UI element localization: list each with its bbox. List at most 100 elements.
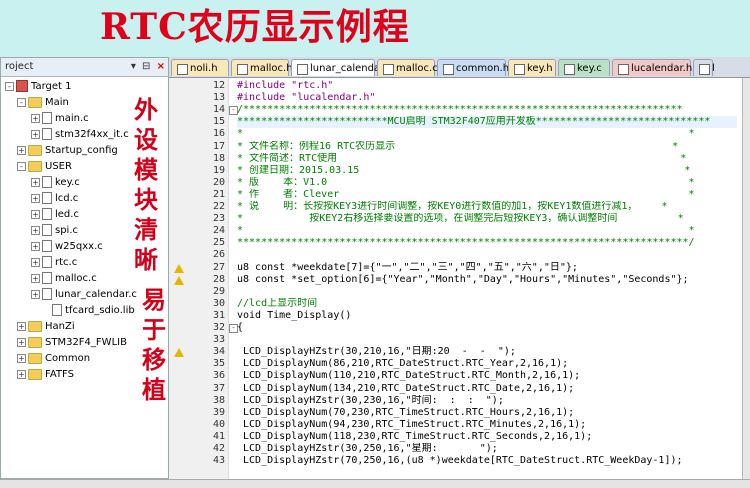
code-line[interactable]: LCD_DisplayNum(70,230,RTC_TimeStruct.RTC… <box>237 407 737 419</box>
warning-icon[interactable] <box>174 348 184 358</box>
code-line[interactable]: LCD_DisplayNum(94,230,RTC_TimeStruct.RTC… <box>237 419 737 431</box>
code-line[interactable]: LCD_DisplayNum(134,210,RTC_DateStruct.RT… <box>237 383 737 395</box>
tab-file[interactable]: lucalendar.h <box>612 59 692 76</box>
file-icon <box>564 64 575 75</box>
tree-item[interactable]: + main.c <box>31 111 89 127</box>
expand-icon[interactable]: + <box>17 145 26 155</box>
code-line[interactable]: { <box>237 322 737 334</box>
expand-icon[interactable]: + <box>17 369 26 379</box>
tree-item[interactable]: + malloc.c <box>31 271 97 287</box>
dock-icon[interactable]: ⊟ <box>142 61 150 72</box>
tree-item-label: rtc.c <box>55 257 78 268</box>
expand-icon[interactable]: + <box>31 129 40 139</box>
tree-item[interactable]: + FATFS <box>17 367 74 383</box>
expand-icon[interactable]: + <box>31 289 40 299</box>
expand-icon[interactable]: + <box>31 273 40 283</box>
tree-item-label: w25qxx.c <box>55 241 103 252</box>
code-line[interactable] <box>237 286 737 298</box>
warning-icon[interactable] <box>174 263 184 273</box>
tree-item[interactable]: - USER <box>17 159 72 175</box>
expand-icon[interactable]: + <box>31 209 40 219</box>
tab-file[interactable]: key.c <box>558 59 610 76</box>
tree-item-label: HanZi <box>45 321 75 332</box>
tree-item[interactable]: + stm32f4xx_it.c <box>31 127 129 143</box>
tab-file[interactable]: noli.h <box>171 59 229 76</box>
code-line[interactable]: #include "lucalendar.h" <box>237 92 737 104</box>
code-line[interactable]: LCD_DisplayNum(86,210,RTC_DateStruct.RTC… <box>237 358 737 370</box>
code-line[interactable]: u8 const *weekdate[7]={"一","二","三","四","… <box>237 262 737 274</box>
tree-item[interactable]: + STM32F4_FWLIB <box>17 335 127 351</box>
tree-item[interactable]: - Main <box>17 95 69 111</box>
expand-icon[interactable]: + <box>31 113 40 123</box>
close-icon[interactable]: × <box>157 61 165 72</box>
tree-item[interactable]: + Common <box>17 351 90 367</box>
expand-icon[interactable]: + <box>31 241 40 251</box>
code-line[interactable]: LCD_DisplayHZstr(70,250,16,(u8 *)weekdat… <box>237 455 737 467</box>
code-line[interactable]: LCD_DisplayHZstr(30,230,16,"时间: : : "); <box>237 395 737 407</box>
tree-item[interactable]: + lunar_calendar.c <box>31 287 137 303</box>
tree-item[interactable]: - Target 1 <box>5 79 71 95</box>
code-line[interactable]: * 作 者：Clever * <box>237 189 737 201</box>
tab-file[interactable]: l <box>693 59 715 76</box>
collapse-icon[interactable]: - <box>17 97 26 107</box>
expand-icon[interactable]: + <box>31 177 40 187</box>
code-line[interactable]: * 文件简述：RTC使用 * <box>237 153 737 165</box>
code-line[interactable]: u8 const *set_option[6]={"Year","Month",… <box>237 274 737 286</box>
warning-icon[interactable] <box>174 275 184 285</box>
code-line[interactable]: * 版 本：V1.0 * <box>237 177 737 189</box>
vertical-scrollbar[interactable] <box>742 78 750 479</box>
file-icon <box>699 64 710 75</box>
code-line[interactable]: * 创建日期：2015.03.15 * <box>237 165 737 177</box>
code-line[interactable]: * * <box>237 128 737 140</box>
expand-icon[interactable]: + <box>17 353 26 363</box>
expand-icon[interactable]: + <box>17 321 26 331</box>
code-line[interactable]: void Time_Display() <box>237 310 737 322</box>
code-line[interactable]: LCD_DisplayHZstr(30,210,16,"日期:20 - - ")… <box>237 346 737 358</box>
collapse-icon[interactable]: - <box>5 81 14 91</box>
tree-item[interactable]: tfcard_sdio.lib <box>41 303 135 319</box>
tab-file[interactable]: malloc.h <box>231 59 293 76</box>
collapse-icon[interactable]: - <box>17 161 26 171</box>
code-line[interactable]: //lcd上显示时间 <box>237 298 737 310</box>
code-line[interactable]: #include "rtc.h" <box>237 80 737 92</box>
tree-item[interactable]: + key.c <box>31 175 80 191</box>
tab-file[interactable]: malloc.c <box>377 59 438 76</box>
tree-item[interactable]: + led.c <box>31 207 79 223</box>
tree-item[interactable]: + w25qxx.c <box>31 239 103 255</box>
code-line[interactable]: * * <box>237 225 737 237</box>
line-number: 37 <box>212 382 225 394</box>
expand-icon[interactable]: + <box>31 257 40 267</box>
tab-file[interactable]: key.h <box>508 59 556 76</box>
tree-item[interactable]: + rtc.c <box>31 255 77 271</box>
tree-item-label: main.c <box>55 113 89 124</box>
code-line[interactable]: LCD_DisplayNum(118,230,RTC_TimeStruct.RT… <box>237 431 737 443</box>
code-line[interactable]: * 文件名称：例程16 RTC农历显示 * <box>237 141 737 153</box>
tree-item-label: Common <box>45 353 91 364</box>
expand-icon[interactable]: + <box>17 337 26 347</box>
file-icon <box>42 288 52 300</box>
code-line[interactable]: * 说 明：长按按KEY3进行时间调整，按KEY0进行数值的加1，按KEY1数值… <box>237 201 737 213</box>
tree-item[interactable]: + Startup_config <box>17 143 118 159</box>
tree-item-label: malloc.c <box>55 273 97 284</box>
tree-item[interactable]: + lcd.c <box>31 191 78 207</box>
expand-icon[interactable]: + <box>31 193 40 203</box>
code-line[interactable]: LCD_DisplayNum(110,210,RTC_DateStruct.RT… <box>237 370 737 382</box>
tree-item-label: key.c <box>55 177 80 188</box>
code-line[interactable]: *************************MCU启明 STM32F407… <box>237 116 737 129</box>
code-line[interactable]: LCD_DisplayHZstr(30,250,16,"星期: "); <box>237 443 737 455</box>
code-line[interactable] <box>237 334 737 346</box>
line-number: 14 <box>212 104 225 116</box>
code-line[interactable] <box>237 249 737 261</box>
code-line[interactable]: ****************************************… <box>237 237 737 249</box>
tab-file[interactable]: lunar_calendar.c <box>291 59 392 76</box>
code-line[interactable]: * 按KEY2右移选择要设置的选项，在调整完后短按KEY3，确认调整时间 * <box>237 213 737 225</box>
expand-icon[interactable]: + <box>31 225 40 235</box>
line-number: 30 <box>212 297 225 309</box>
tree-item[interactable]: + HanZi <box>17 319 75 335</box>
tree-item[interactable]: + spi.c <box>31 223 78 239</box>
pin-icon[interactable]: ▾ <box>131 61 136 72</box>
file-icon <box>383 64 394 75</box>
code-editor[interactable]: 12 #include "rtc.h" 13 #include "lucalendar… <box>169 78 742 479</box>
tab-file[interactable]: common.h <box>437 59 509 76</box>
code-line[interactable]: /***************************************… <box>237 104 737 116</box>
